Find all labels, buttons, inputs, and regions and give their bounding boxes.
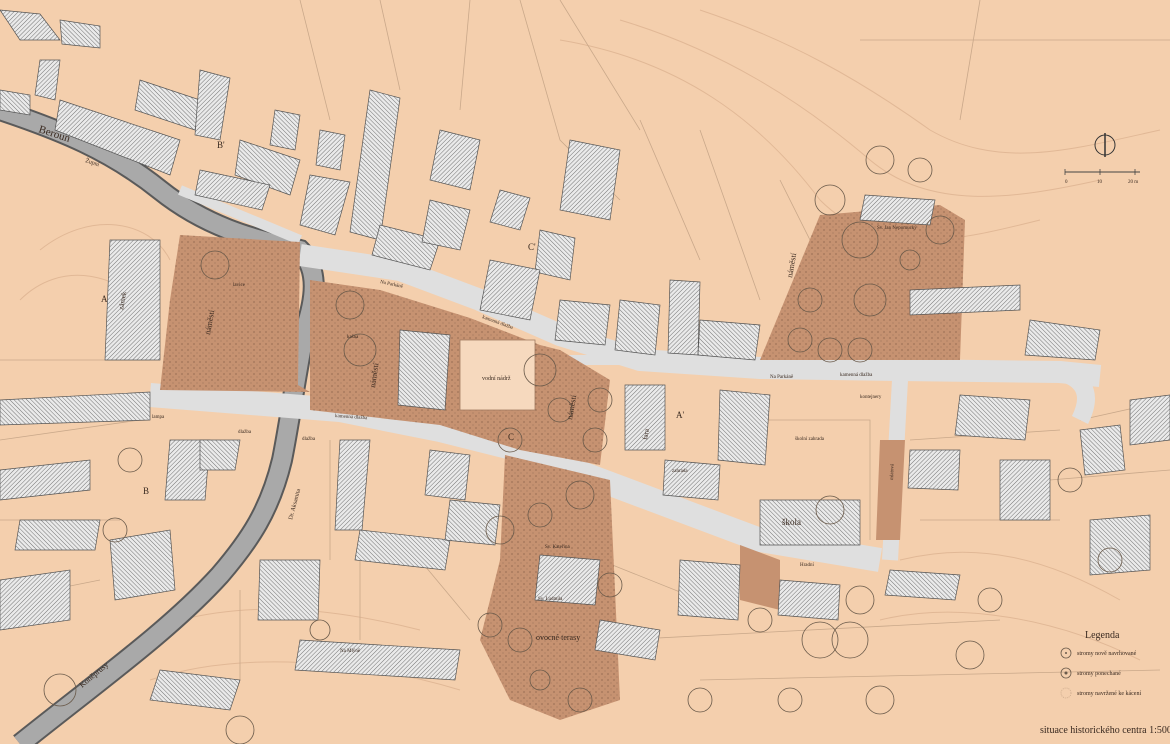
legend-item-felled: stromy navržené ke kácení [1077,691,1141,697]
label-dlazba-1: dlažba [238,430,252,435]
label-ovocne-terasy: ovocné terasy [536,633,580,642]
label-kamenna-dlazba-2: kamenná dlažba [840,373,873,378]
section-a-prime: A' [676,410,684,420]
legend-item-kept: stromy ponechané [1077,671,1121,677]
section-b: B [143,486,149,496]
label-sv-jan: Sv. Jan Nepomucký [877,226,917,231]
section-b-prime: B' [217,140,225,150]
label-skolni-zahrada: školní zahrada [795,437,825,442]
legend-item-new: stromy nově navrhované [1077,651,1137,657]
section-a: A [101,294,108,304]
label-kontejnery: kontejnery [860,395,882,400]
label-vodni-nadrz: vodní nádrž [482,376,511,382]
label-hradni: Hradní [800,563,814,568]
section-c: C [508,432,514,442]
scale-tick-10: 10 [1097,180,1103,185]
site-plan-map: 0 10 20 m Beroun Župní Na Parkáně Na Par… [0,0,1170,744]
label-na-mlyne: Na Mlýně [340,649,361,654]
plan-caption: situace historického centra 1:500 [1040,725,1170,736]
label-lavice: lavice [233,283,246,288]
label-mlatova: mlatová [890,463,896,480]
label-skola: škola [782,517,801,527]
label-sv-katerina: Sv. Kateřina [545,545,570,550]
scale-tick-20: 20 m [1128,180,1138,185]
water-tank [459,339,536,411]
label-lampa: lampa [152,415,165,420]
section-c-prime: C' [528,242,536,252]
label-kasna: kašna [347,335,359,340]
label-sv-ludmila: Sv. Ludmila [538,597,563,602]
label-dlazba-2: dlažba [302,437,316,442]
legend-title: Legenda [1085,630,1120,641]
label-zahrada: zahrada [672,469,688,474]
label-na-parkane-2: Na Parkáně [770,375,794,380]
